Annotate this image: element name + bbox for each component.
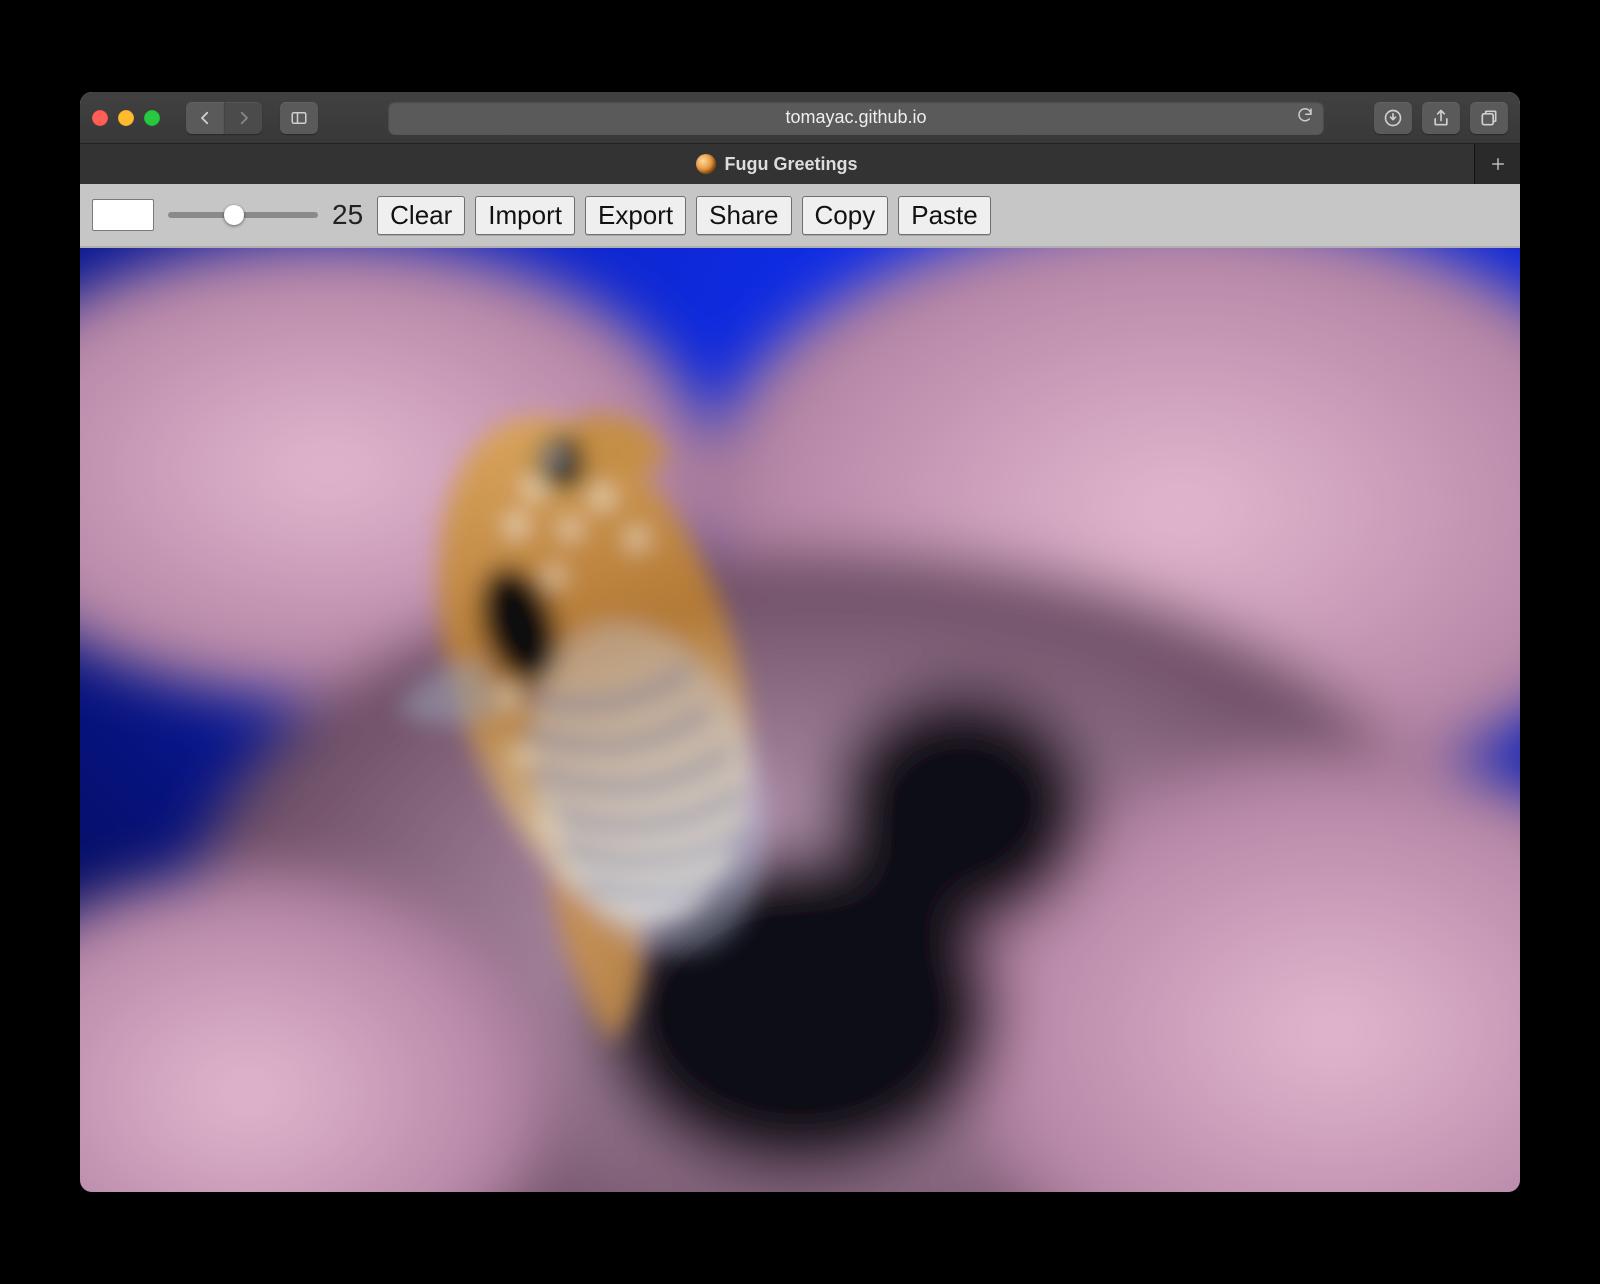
nav-back-forward-group <box>186 102 262 134</box>
tab-title: Fugu Greetings <box>724 154 857 175</box>
share-button[interactable] <box>1422 102 1460 134</box>
tab-strip: Fugu Greetings <box>80 144 1520 184</box>
window-close-button[interactable] <box>92 110 108 126</box>
plus-icon <box>1489 155 1507 173</box>
clear-button[interactable]: Clear <box>377 196 465 235</box>
share-icon <box>1431 108 1451 128</box>
slider-thumb[interactable] <box>224 205 244 225</box>
sidebar-icon <box>290 109 308 127</box>
app-toolbar: 25 Clear Import Export Share Copy Paste <box>80 184 1520 248</box>
canvas-image <box>80 248 1520 1192</box>
paste-button[interactable]: Paste <box>898 196 991 235</box>
url-text: tomayac.github.io <box>785 107 926 128</box>
brush-size-slider[interactable] <box>168 212 318 218</box>
chevron-right-icon <box>235 109 253 127</box>
tabs-overview-button[interactable] <box>1470 102 1508 134</box>
titlebar-right-group <box>1374 102 1508 134</box>
import-button[interactable]: Import <box>475 196 575 235</box>
window-minimize-button[interactable] <box>118 110 134 126</box>
reload-button[interactable] <box>1296 106 1314 129</box>
export-button[interactable]: Export <box>585 196 686 235</box>
back-button[interactable] <box>186 102 224 134</box>
sidebar-toggle-button[interactable] <box>280 102 318 134</box>
tabs-icon <box>1479 108 1499 128</box>
window-zoom-button[interactable] <box>144 110 160 126</box>
reload-icon <box>1296 106 1314 124</box>
share-app-button[interactable]: Share <box>696 196 791 235</box>
chevron-left-icon <box>196 109 214 127</box>
download-icon <box>1383 108 1403 128</box>
drawing-canvas[interactable] <box>80 248 1520 1192</box>
tab-fugu-greetings[interactable]: Fugu Greetings <box>80 144 1474 184</box>
color-picker[interactable] <box>92 199 154 231</box>
address-bar[interactable]: tomayac.github.io <box>388 101 1324 135</box>
new-tab-button[interactable] <box>1474 144 1520 184</box>
browser-window: tomayac.github.io Fugu Greetings <box>80 92 1520 1192</box>
downloads-button[interactable] <box>1374 102 1412 134</box>
copy-button[interactable]: Copy <box>802 196 889 235</box>
brush-size-value: 25 <box>332 199 363 231</box>
window-controls <box>92 110 160 126</box>
browser-titlebar: tomayac.github.io <box>80 92 1520 144</box>
fugu-favicon-icon <box>696 154 716 174</box>
forward-button[interactable] <box>224 102 262 134</box>
